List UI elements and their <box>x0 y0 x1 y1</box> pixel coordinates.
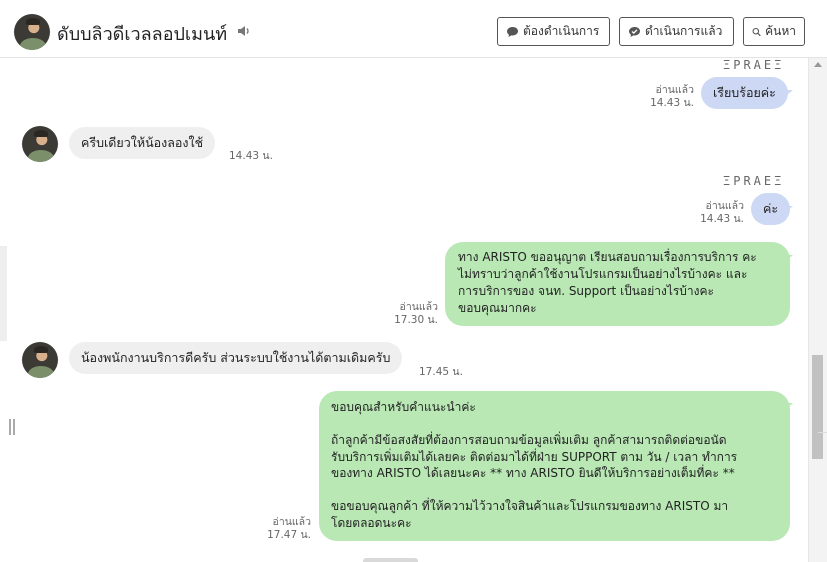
read-label: อ่านแล้ว <box>399 301 438 313</box>
search-icon <box>752 27 761 36</box>
scrollbar-thumb[interactable] <box>812 355 823 459</box>
message-bubble-outgoing[interactable]: ขอบคุณสำหรับคำแนะนำค่ะ ถ้าลูกค้ามีข้อสงส… <box>319 391 790 541</box>
resize-handle[interactable] <box>9 419 16 435</box>
contact-avatar[interactable] <box>14 14 50 50</box>
read-status: อ่านแล้ว 14.43 น. <box>680 200 744 226</box>
read-label: อ่านแล้ว <box>655 84 694 96</box>
message-time: 17.45 น. <box>419 366 463 378</box>
message-time: 14.43 น. <box>650 97 694 109</box>
read-status: อ่านแล้ว 17.30 น. <box>374 301 438 327</box>
message-bubble-outgoing[interactable]: ทาง ARISTO ขออนุญาต เรียนสอบถามเรื่องการ… <box>445 242 790 326</box>
read-label: อ่านแล้ว <box>705 200 744 212</box>
search-label: ค้นหา <box>765 24 796 38</box>
need-action-label: ต้องดำเนินการ <box>523 24 600 38</box>
read-label: อ่านแล้ว <box>272 516 311 528</box>
chat-title: ดับบลิวดีเวลลอปเมนท์ <box>57 24 228 45</box>
scrollbar[interactable] <box>808 58 827 562</box>
message-time: 14.43 น. <box>229 150 273 162</box>
message-bubble-incoming[interactable]: ครีบเดียวให้น้องลองใช้ <box>69 127 216 159</box>
chat-header: ดับบลิวดีเวลลอปเมนท์ ต้องดำเนินการ ดำเนิ… <box>0 0 827 58</box>
read-status: อ่านแล้ว 14.43 น. <box>630 84 694 110</box>
message-list[interactable]: ΞPRAEΞ อ่านแล้ว 14.43 น. เรียบร้อยค่ะ คร… <box>0 58 808 562</box>
done-label: ดำเนินการแล้ว <box>645 24 723 38</box>
message-time: 17.47 น. <box>267 529 311 541</box>
sender-name: ΞPRAEΞ <box>723 58 785 72</box>
sender-name: ΞPRAEΞ <box>723 174 785 188</box>
divider <box>818 432 827 433</box>
read-status: อ่านแล้ว 17.47 น. <box>247 516 311 542</box>
speech-bubble-icon <box>507 26 518 37</box>
message-time: 17.30 น. <box>394 314 438 326</box>
message-bubble-incoming[interactable]: น้องพนักงานบริการดีครับ ส่วนระบบใช้งานได… <box>69 342 403 374</box>
message-time: 14.43 น. <box>700 213 744 225</box>
contact-avatar[interactable] <box>22 126 58 162</box>
contact-avatar[interactable] <box>22 342 58 378</box>
speaker-icon[interactable] <box>237 25 251 37</box>
panel-edge <box>0 246 7 341</box>
message-bubble-outgoing[interactable]: เรียบร้อยค่ะ <box>701 77 788 109</box>
need-action-button[interactable]: ต้องดำเนินการ <box>497 17 610 46</box>
search-button[interactable]: ค้นหา <box>743 17 805 46</box>
scroll-up-arrow-icon[interactable] <box>814 62 822 67</box>
check-bubble-icon <box>629 26 640 37</box>
next-date-pill <box>363 558 418 562</box>
done-button[interactable]: ดำเนินการแล้ว <box>619 17 734 46</box>
